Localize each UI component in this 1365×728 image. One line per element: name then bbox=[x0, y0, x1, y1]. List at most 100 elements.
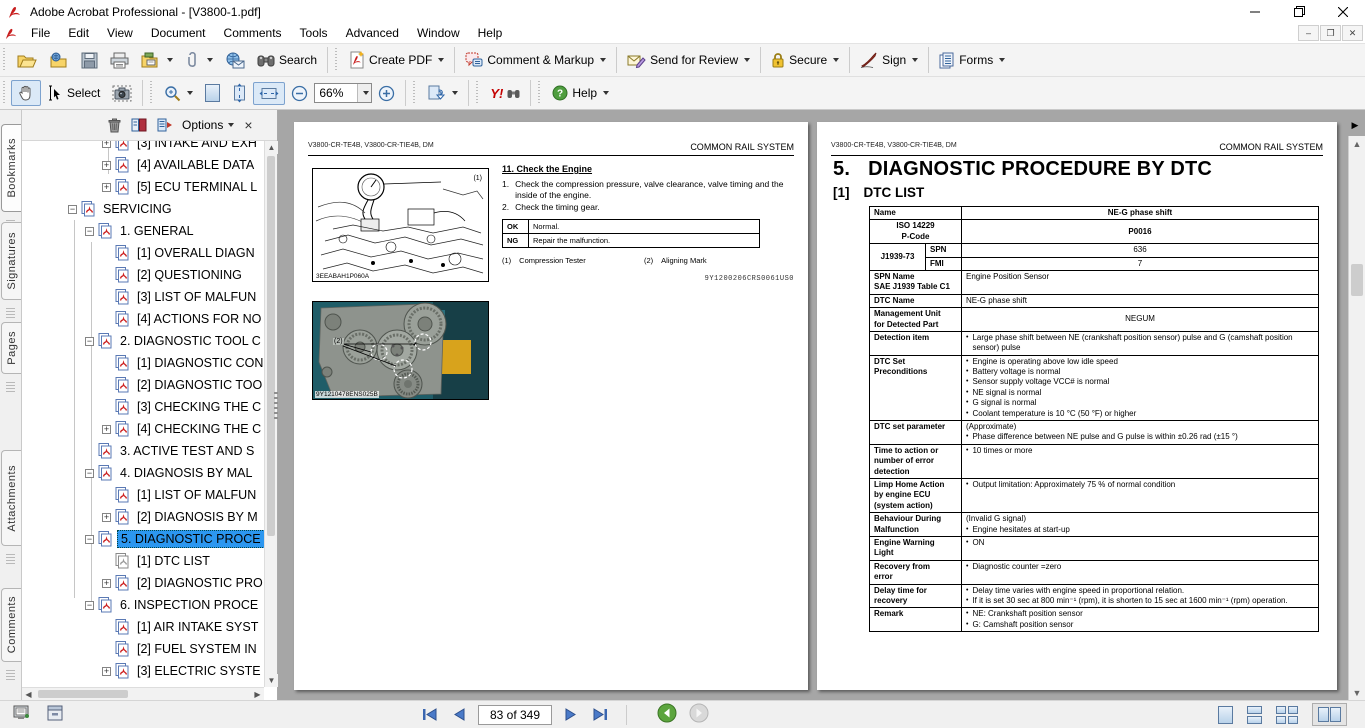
open-button[interactable] bbox=[11, 48, 43, 73]
first-page-button[interactable] bbox=[418, 705, 442, 725]
email-button[interactable] bbox=[219, 48, 251, 73]
organizer-button[interactable] bbox=[135, 48, 179, 73]
bookmark-item[interactable]: [1] DIAGNOSTIC CON bbox=[22, 352, 264, 374]
menu-advanced[interactable]: Advanced bbox=[337, 24, 408, 42]
last-page-button[interactable] bbox=[588, 705, 612, 725]
forms-button[interactable]: Forms bbox=[933, 48, 1011, 73]
zoom-level-input[interactable] bbox=[315, 84, 357, 102]
bookmark-item[interactable]: [3] CHECKING THE C bbox=[22, 396, 264, 418]
bookmark-item[interactable]: −4. DIAGNOSIS BY MAL bbox=[22, 462, 264, 484]
previous-page-button[interactable] bbox=[448, 705, 472, 725]
bookmark-item[interactable]: +[5] ECU TERMINAL L bbox=[22, 176, 264, 198]
scroll-down-arrow[interactable]: ▼ bbox=[1349, 685, 1365, 700]
bookmark-item[interactable]: −1. GENERAL bbox=[22, 220, 264, 242]
document-area[interactable]: V3800-CR-TE4B, V3800-CR-TIE4B, DM COMMON… bbox=[278, 110, 1365, 700]
comment-markup-button[interactable]: Comment & Markup bbox=[459, 48, 612, 73]
scrollbar-thumb[interactable] bbox=[1351, 264, 1363, 296]
page-number-field[interactable] bbox=[478, 705, 552, 725]
help-dropdown-arrow[interactable] bbox=[603, 91, 609, 95]
expand-icon[interactable]: + bbox=[102, 425, 111, 434]
reading-mode-icon[interactable] bbox=[12, 704, 32, 725]
show-panel-arrow-button[interactable]: ▶ bbox=[1348, 118, 1362, 132]
page-view-icon[interactable] bbox=[46, 704, 64, 725]
document-vertical-scrollbar[interactable]: ▲ ▼ bbox=[1348, 136, 1365, 700]
sidebar-tab-comments[interactable]: Comments bbox=[1, 588, 21, 662]
select-tool-button[interactable]: Select bbox=[41, 81, 106, 105]
bookmark-item[interactable]: [2] FUEL SYSTEM IN bbox=[22, 638, 264, 660]
minimize-button[interactable] bbox=[1233, 0, 1277, 23]
bookmark-item[interactable]: [1] DTC LIST bbox=[22, 550, 264, 572]
bookmark-item[interactable]: −6. INSPECTION PROCE bbox=[22, 594, 264, 616]
bookmark-item[interactable]: [1] OVERALL DIAGN bbox=[22, 242, 264, 264]
zoom-in-button[interactable] bbox=[372, 81, 401, 106]
organizer-dropdown-arrow[interactable] bbox=[167, 58, 173, 62]
scrollbar-thumb[interactable] bbox=[38, 690, 128, 698]
toolbar-grip[interactable] bbox=[538, 81, 543, 105]
bookmarks-options-button[interactable]: Options bbox=[182, 118, 234, 132]
zoom-out-button[interactable] bbox=[285, 81, 314, 106]
send-review-dropdown-arrow[interactable] bbox=[744, 58, 750, 62]
fit-page-button[interactable] bbox=[199, 80, 226, 106]
close-panel-button[interactable]: × bbox=[244, 117, 252, 133]
expand-icon[interactable]: + bbox=[102, 161, 111, 170]
attach-dropdown-arrow[interactable] bbox=[207, 58, 213, 62]
toolbar-grip[interactable] bbox=[3, 48, 8, 72]
next-page-button[interactable] bbox=[558, 705, 582, 725]
bookmark-item[interactable]: +[4] CHECKING THE C bbox=[22, 418, 264, 440]
toolbar-grip[interactable] bbox=[413, 81, 418, 105]
toolbar-grip[interactable] bbox=[476, 81, 481, 105]
collapse-icon[interactable]: − bbox=[85, 535, 94, 544]
next-view-button[interactable] bbox=[689, 703, 709, 726]
bookmark-item[interactable]: [2] QUESTIONING bbox=[22, 264, 264, 286]
scroll-down-arrow[interactable]: ▼ bbox=[265, 674, 278, 687]
scroll-up-arrow[interactable]: ▲ bbox=[265, 141, 278, 154]
toolbar-grip[interactable] bbox=[3, 81, 8, 105]
expand-icon[interactable]: + bbox=[102, 141, 111, 148]
close-button[interactable] bbox=[1321, 0, 1365, 23]
menu-view[interactable]: View bbox=[98, 24, 142, 42]
send-review-button[interactable]: Send for Review bbox=[621, 48, 756, 73]
zoom-tool-dropdown-arrow[interactable] bbox=[187, 91, 193, 95]
help-button[interactable]: ? Help bbox=[546, 81, 615, 105]
restore-button[interactable] bbox=[1277, 0, 1321, 23]
continuous-facing-button[interactable] bbox=[1276, 706, 1298, 724]
bookmark-item[interactable]: [3] LIST OF MALFUN bbox=[22, 286, 264, 308]
page-display-button[interactable] bbox=[421, 80, 464, 106]
snapshot-button[interactable] bbox=[106, 81, 138, 106]
fit-height-button[interactable] bbox=[226, 79, 253, 107]
highlight-current-bookmark-icon[interactable] bbox=[157, 118, 172, 132]
search-button[interactable]: Search bbox=[251, 49, 323, 72]
yahoo-search-button[interactable]: Y! bbox=[484, 82, 526, 105]
bookmark-item[interactable]: −5. DIAGNOSTIC PROCE bbox=[22, 528, 264, 550]
collapse-icon[interactable]: − bbox=[68, 205, 77, 214]
scrollbar-thumb[interactable] bbox=[267, 156, 275, 536]
bookmark-item[interactable]: [4] ACTIONS FOR NO bbox=[22, 308, 264, 330]
collapse-icon[interactable]: − bbox=[85, 227, 94, 236]
bookmark-item[interactable]: +[3] INTAKE AND EXH bbox=[22, 141, 264, 154]
mdi-minimize-button[interactable]: – bbox=[1298, 25, 1319, 41]
page-display-dropdown-arrow[interactable] bbox=[452, 91, 458, 95]
single-page-button[interactable] bbox=[1218, 706, 1233, 724]
previous-view-button[interactable] bbox=[657, 703, 677, 726]
fit-width-button[interactable] bbox=[253, 82, 285, 105]
save-button[interactable] bbox=[75, 48, 104, 73]
toolbar-grip[interactable] bbox=[335, 48, 340, 72]
bookmark-item[interactable]: +[2] DIAGNOSTIC PRO bbox=[22, 572, 264, 594]
sign-dropdown-arrow[interactable] bbox=[912, 58, 918, 62]
hand-tool-button[interactable] bbox=[11, 80, 41, 106]
create-pdf-dropdown-arrow[interactable] bbox=[438, 58, 444, 62]
collapse-icon[interactable]: − bbox=[85, 601, 94, 610]
toolbar-grip[interactable] bbox=[150, 81, 155, 105]
continuous-button[interactable] bbox=[1247, 706, 1262, 724]
expand-icon[interactable]: + bbox=[102, 667, 111, 676]
sidebar-tab-pages[interactable]: Pages bbox=[1, 322, 21, 374]
bookmark-item[interactable]: +[2] DIAGNOSIS BY M bbox=[22, 506, 264, 528]
expand-icon[interactable]: + bbox=[102, 579, 111, 588]
menu-tools[interactable]: Tools bbox=[291, 24, 337, 42]
bookmark-item[interactable]: −2. DIAGNOSTIC TOOL C bbox=[22, 330, 264, 352]
bookmark-item[interactable]: [1] LIST OF MALFUN bbox=[22, 484, 264, 506]
menu-file[interactable]: File bbox=[22, 24, 59, 42]
open-web-button[interactable] bbox=[43, 48, 75, 73]
comment-markup-dropdown-arrow[interactable] bbox=[600, 58, 606, 62]
expand-icon[interactable]: + bbox=[102, 513, 111, 522]
